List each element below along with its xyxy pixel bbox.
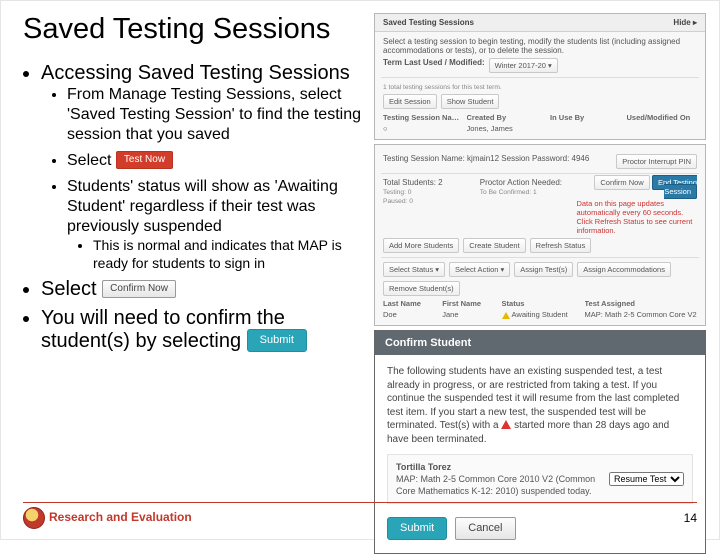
- col-modified: Used/Modified On: [627, 113, 697, 122]
- confirm-now-pill[interactable]: Confirm Now: [594, 175, 649, 190]
- col-lastname: Last Name: [383, 299, 436, 308]
- total-students: Total Students: 2: [383, 178, 476, 187]
- resume-test-select[interactable]: Resume Test: [609, 472, 684, 486]
- select-status-dropdown[interactable]: Select Status ▾: [383, 262, 445, 277]
- dialog-text: The following students have an existing …: [387, 366, 679, 445]
- proctor-pin-button[interactable]: Proctor Interrupt PIN: [616, 154, 697, 169]
- remove-students-button[interactable]: Remove Student(s): [383, 281, 460, 296]
- term-dropdown[interactable]: Winter 2017-20 ▾: [489, 58, 558, 73]
- screenshot-session-detail: Testing Session Name: kjmain12 Session P…: [374, 144, 706, 326]
- results-count: 1 total testing sessions for this test t…: [383, 84, 502, 91]
- col-test: Test Assigned: [585, 299, 697, 308]
- col-firstname: First Name: [442, 299, 495, 308]
- bullet-awaiting-status: Students' status will show as 'Awaiting …: [67, 177, 368, 272]
- footer: Research and Evaluation 14: [23, 502, 697, 529]
- select-action-dropdown[interactable]: Select Action ▾: [449, 262, 510, 277]
- bullet-select-submit: You will need to confirm the student(s) …: [41, 307, 368, 353]
- create-student-button[interactable]: Create Student: [463, 238, 525, 253]
- session-name-label: Testing Session Name: kjmain12 Session P…: [383, 154, 589, 169]
- col-created-by: Created By: [467, 113, 545, 122]
- table-row: Doe: [383, 310, 436, 319]
- refresh-note: Data on this page updates automatically …: [576, 199, 697, 235]
- warning-icon: [502, 312, 510, 319]
- col-in-use: In Use By: [550, 113, 620, 122]
- refresh-status-button[interactable]: Refresh Status: [530, 238, 592, 253]
- action-needed-label: Proctor Action Needed:: [480, 178, 573, 187]
- table-row[interactable]: ○: [383, 124, 461, 133]
- col-status: Status: [502, 299, 579, 308]
- panel-title: Saved Testing Sessions: [383, 18, 474, 27]
- assign-tests-button[interactable]: Assign Test(s): [514, 262, 573, 277]
- end-session-button[interactable]: End Testing Session: [652, 175, 697, 199]
- bullet-access: Accessing Saved Testing Sessions From Ma…: [41, 62, 368, 272]
- logo-icon: [23, 507, 45, 529]
- page-number: 14: [684, 511, 697, 525]
- bullet-select-testnow: Select Test Now: [67, 151, 368, 171]
- panel-desc: Select a testing session to begin testin…: [383, 37, 697, 55]
- student-test-info: MAP: Math 2-5 Common Core 2010 V2 (Commo…: [396, 474, 595, 496]
- warning-triangle-icon: [501, 420, 511, 429]
- table-row: MAP: Math 2-5 Common Core V2: [585, 310, 697, 319]
- submit-button[interactable]: Submit: [247, 329, 307, 352]
- add-students-button[interactable]: Add More Students: [383, 238, 459, 253]
- test-now-button[interactable]: Test Now: [116, 151, 173, 169]
- screenshot-saved-sessions: Saved Testing Sessions Hide ▸ Select a t…: [374, 13, 706, 140]
- term-label: Term Last Used / Modified:: [383, 58, 485, 73]
- student-name: Tortilla Torez: [396, 462, 451, 472]
- bullet-from-manage: From Manage Testing Sessions, select 'Sa…: [67, 85, 368, 145]
- to-confirm-count: To Be Confirmed: 1: [480, 189, 537, 196]
- confirm-now-button[interactable]: Confirm Now: [102, 280, 176, 298]
- paused-count: Paused: 0: [383, 198, 413, 205]
- show-student-button[interactable]: Show Student: [441, 94, 500, 109]
- bullet-normal-note: This is normal and indicates that MAP is…: [93, 237, 368, 272]
- bullet-select-confirm: Select Confirm Now: [41, 278, 368, 301]
- footer-brand: Research and Evaluation: [49, 510, 192, 524]
- content-column: Accessing Saved Testing Sessions From Ma…: [23, 62, 368, 353]
- col-session-name: Testing Session Name: [383, 113, 461, 122]
- hide-link[interactable]: Hide ▸: [673, 18, 697, 27]
- status-awaiting: Awaiting Student: [502, 310, 579, 319]
- edit-session-button[interactable]: Edit Session: [383, 94, 437, 109]
- dialog-title: Confirm Student: [375, 331, 705, 355]
- assign-accom-button[interactable]: Assign Accommodations: [577, 262, 671, 277]
- testing-count: Testing: 0: [383, 189, 412, 196]
- table-row: Jones, James: [467, 124, 545, 133]
- table-row: Jane: [442, 310, 495, 319]
